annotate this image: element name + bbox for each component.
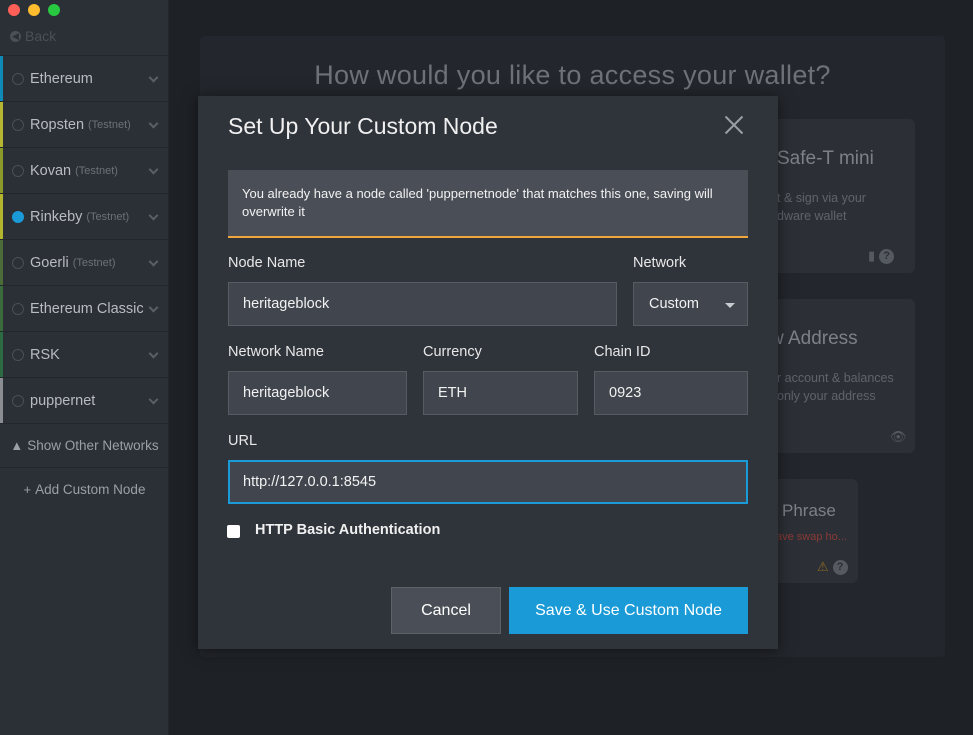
network-color-bar bbox=[0, 148, 3, 193]
network-radio[interactable] bbox=[12, 302, 24, 315]
sidebar-item-rsk[interactable]: RSK bbox=[0, 331, 169, 377]
card-line: dware wallet bbox=[777, 209, 847, 223]
minimize-window-button[interactable] bbox=[28, 4, 40, 16]
chevron-down-icon[interactable] bbox=[148, 348, 159, 359]
sidebar-item-rinkeby[interactable]: Rinkeby (Testnet) bbox=[0, 193, 169, 239]
network-radio[interactable] bbox=[12, 210, 24, 223]
page-title: How would you like to access your wallet… bbox=[314, 60, 831, 90]
chain-id-label: Chain ID bbox=[594, 344, 651, 360]
network-tag: (Testnet) bbox=[88, 118, 131, 131]
chevron-down-icon[interactable] bbox=[148, 118, 159, 129]
currency-input[interactable] bbox=[423, 371, 578, 415]
network-color-bar bbox=[0, 194, 3, 239]
network-tag: (Testnet) bbox=[86, 210, 130, 223]
sidebar-item-ethereum-classic[interactable]: Ethereum Classic bbox=[0, 285, 169, 331]
network-name: Ethereum Classic bbox=[30, 300, 144, 317]
zoom-window-button[interactable] bbox=[48, 4, 60, 16]
close-window-button[interactable] bbox=[8, 4, 20, 16]
chevron-down-icon[interactable] bbox=[148, 302, 159, 313]
network-tag: (Testnet) bbox=[72, 256, 116, 269]
card-title: Safe-T mini bbox=[777, 148, 874, 169]
back-arrow-icon: ◀ bbox=[10, 30, 21, 42]
network-name: Ethereum bbox=[30, 70, 93, 87]
window-controls bbox=[8, 4, 60, 16]
node-name-input[interactable] bbox=[228, 282, 617, 326]
card-line: only your address bbox=[777, 389, 876, 403]
chevron-down-icon[interactable] bbox=[148, 210, 159, 221]
url-label: URL bbox=[228, 433, 258, 449]
add-custom-node-button[interactable]: + Add Custom Node bbox=[0, 467, 169, 511]
chevron-down-icon[interactable] bbox=[148, 394, 159, 405]
network-color-bar bbox=[0, 378, 3, 423]
chain-id-input[interactable] bbox=[594, 371, 748, 415]
network-list: Ethereum Ropsten (Testnet) Kovan (Testne… bbox=[0, 55, 169, 511]
node-name-label: Node Name bbox=[228, 255, 306, 271]
network-name: RSK bbox=[30, 346, 60, 363]
network-radio[interactable] bbox=[12, 164, 24, 177]
duplicate-node-alert: You already have a node called 'pupperne… bbox=[228, 170, 748, 238]
network-color-bar bbox=[0, 56, 3, 101]
network-name-input[interactable] bbox=[228, 371, 407, 415]
network-label: Network bbox=[633, 255, 687, 271]
url-input[interactable] bbox=[228, 460, 748, 504]
card-title: w Address bbox=[770, 328, 858, 349]
card-title: Phrase bbox=[782, 501, 836, 520]
network-color-bar bbox=[0, 286, 3, 331]
warning-icon: ⚠ bbox=[817, 559, 829, 574]
network-name-label: Network Name bbox=[228, 344, 324, 360]
network-color-bar bbox=[0, 332, 3, 377]
network-color-bar bbox=[0, 102, 3, 147]
card-icons: ▮ ? bbox=[868, 248, 895, 264]
network-name: Rinkeby bbox=[30, 208, 83, 225]
network-radio[interactable] bbox=[12, 118, 24, 131]
card-line: r account & balances bbox=[777, 371, 894, 385]
back-label: Back bbox=[25, 28, 57, 44]
network-tag: (Testnet) bbox=[75, 164, 118, 177]
http-auth-checkbox[interactable] bbox=[227, 525, 240, 538]
network-name: Ropsten bbox=[30, 116, 85, 133]
device-icon: ▮ bbox=[868, 248, 876, 263]
show-other-networks-label: Show Other Networks bbox=[27, 438, 159, 453]
sidebar-item-ethereum[interactable]: Ethereum bbox=[0, 55, 169, 101]
card-warning: ave swap ho... bbox=[776, 531, 847, 543]
network-radio[interactable] bbox=[12, 72, 24, 85]
card-icons: ⚠ ? bbox=[817, 559, 848, 575]
show-other-networks-button[interactable]: ▲ Show Other Networks bbox=[0, 423, 169, 467]
save-custom-node-button[interactable]: Save & Use Custom Node bbox=[509, 587, 748, 634]
help-icon[interactable]: ? bbox=[879, 248, 895, 264]
network-name: Kovan bbox=[30, 162, 72, 179]
chevron-down-icon[interactable] bbox=[148, 72, 159, 83]
sidebar-item-goerli[interactable]: Goerli (Testnet) bbox=[0, 239, 169, 285]
close-icon[interactable] bbox=[724, 115, 744, 135]
network-radio[interactable] bbox=[12, 256, 24, 269]
back-button[interactable]: ◀ Back bbox=[10, 28, 56, 44]
cancel-button[interactable]: Cancel bbox=[391, 587, 501, 634]
sidebar-item-puppernet[interactable]: puppernet bbox=[0, 377, 169, 423]
modal-title: Set Up Your Custom Node bbox=[228, 113, 498, 139]
network-sidebar: ◀ Back Ethereum Ropsten (Testnet) Kovan … bbox=[0, 0, 169, 735]
network-radio[interactable] bbox=[12, 394, 24, 407]
http-auth-label[interactable]: HTTP Basic Authentication bbox=[255, 522, 440, 538]
network-name: puppernet bbox=[30, 392, 96, 409]
eye-icon: 👁 bbox=[890, 429, 907, 444]
flask-icon: ▲ bbox=[10, 438, 24, 453]
card-icons: 👁 bbox=[890, 429, 907, 445]
caret-down-icon bbox=[725, 303, 735, 308]
add-custom-node-label: Add Custom Node bbox=[35, 482, 146, 497]
sidebar-item-kovan[interactable]: Kovan (Testnet) bbox=[0, 147, 169, 193]
help-icon[interactable]: ? bbox=[832, 559, 848, 575]
sidebar-item-ropsten[interactable]: Ropsten (Testnet) bbox=[0, 101, 169, 147]
network-select[interactable]: Custom bbox=[633, 282, 748, 326]
currency-label: Currency bbox=[423, 344, 482, 360]
network-select-value: Custom bbox=[649, 296, 699, 312]
chevron-down-icon[interactable] bbox=[148, 164, 159, 175]
custom-node-modal: Set Up Your Custom Node You already have… bbox=[198, 96, 778, 649]
network-color-bar bbox=[0, 240, 3, 285]
plus-icon: + bbox=[23, 482, 32, 497]
network-radio[interactable] bbox=[12, 348, 24, 361]
card-line: t & sign via your bbox=[777, 191, 866, 205]
chevron-down-icon[interactable] bbox=[148, 256, 159, 267]
network-name: Goerli bbox=[30, 254, 69, 271]
